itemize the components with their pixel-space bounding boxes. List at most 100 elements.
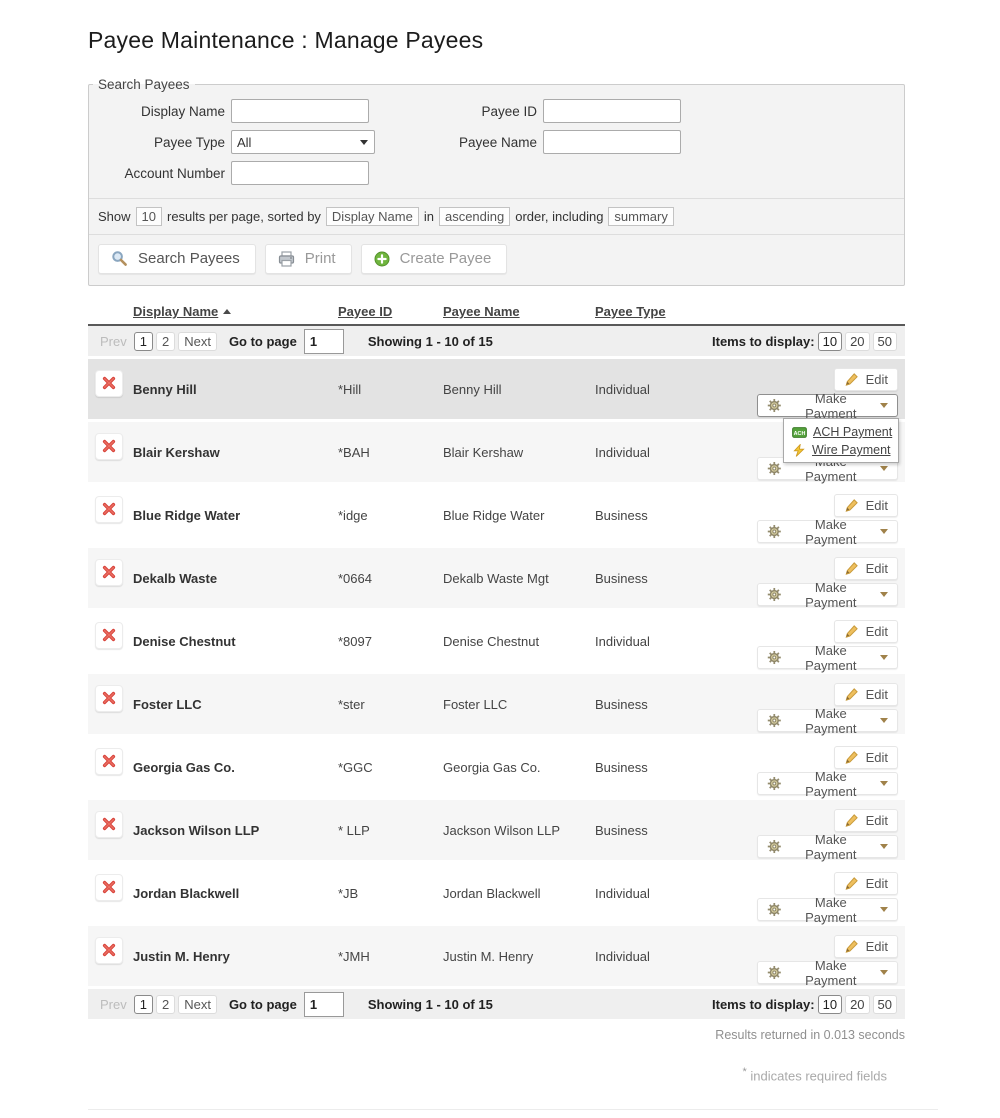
items-50-button[interactable]: 50 <box>873 995 897 1014</box>
edit-button[interactable]: Edit <box>834 368 898 391</box>
edit-button-label: Edit <box>866 498 888 513</box>
delete-payee-button[interactable] <box>95 874 123 901</box>
make-payment-button[interactable]: Make Payment <box>757 394 898 417</box>
pencil-icon <box>844 876 859 891</box>
prev-page-button[interactable]: Prev <box>96 333 131 350</box>
display-name-cell: Dekalb Waste <box>133 571 338 586</box>
gear-icon <box>767 461 782 476</box>
delete-payee-button[interactable] <box>95 685 123 712</box>
sort-field-token[interactable]: Display Name <box>326 207 419 226</box>
red-x-icon <box>101 564 117 580</box>
required-asterisk: * <box>743 1066 747 1078</box>
delete-payee-button[interactable] <box>95 433 123 460</box>
red-x-icon <box>101 753 117 769</box>
delete-payee-button[interactable] <box>95 811 123 838</box>
display-name-cell: Jordan Blackwell <box>133 886 338 901</box>
make-payment-button-label: Make Payment <box>789 643 873 673</box>
edit-button[interactable]: Edit <box>834 620 898 643</box>
edit-button-label: Edit <box>866 750 888 765</box>
delete-payee-button[interactable] <box>95 496 123 523</box>
ach-payment-label: ACH Payment <box>813 425 892 439</box>
triangle-down-icon <box>360 140 368 145</box>
results-time-text: Results returned in 0.013 seconds <box>88 1028 905 1042</box>
payee-type-select[interactable]: All <box>231 130 375 154</box>
go-to-page-input[interactable] <box>304 992 344 1017</box>
payee-name-field[interactable] <box>543 130 681 154</box>
payee-name-cell: Dekalb Waste Mgt <box>443 571 595 586</box>
make-payment-button-label: Make Payment <box>789 706 873 736</box>
payee-id-cell: *8097 <box>338 634 443 649</box>
column-header-payee-type[interactable]: Payee Type <box>595 304 745 319</box>
column-header-display-name[interactable]: Display Name <box>133 304 338 319</box>
delete-payee-button[interactable] <box>95 622 123 649</box>
display-name-cell: Georgia Gas Co. <box>133 760 338 775</box>
create-payee-button[interactable]: Create Payee <box>361 244 508 274</box>
page-2-button[interactable]: 2 <box>156 332 175 351</box>
items-20-button[interactable]: 20 <box>845 995 869 1014</box>
next-page-button[interactable]: Next <box>178 995 217 1014</box>
column-header-display-name-label: Display Name <box>133 304 218 319</box>
edit-button[interactable]: Edit <box>834 683 898 706</box>
required-note-text: indicates required fields <box>750 1068 887 1083</box>
search-payees-button[interactable]: Search Payees <box>98 244 256 274</box>
go-to-page-input[interactable] <box>304 329 344 354</box>
make-payment-button[interactable]: Make Payment <box>757 961 898 984</box>
make-payment-button[interactable]: Make Payment <box>757 898 898 921</box>
make-payment-button-label: Make Payment <box>789 832 873 862</box>
pencil-icon <box>844 939 859 954</box>
items-20-button[interactable]: 20 <box>845 332 869 351</box>
payee-type-cell: Business <box>595 823 745 838</box>
sort-order-token[interactable]: ascending <box>439 207 510 226</box>
items-10-button[interactable]: 10 <box>818 332 842 351</box>
edit-button[interactable]: Edit <box>834 872 898 895</box>
make-payment-button[interactable]: Make Payment <box>757 520 898 543</box>
page-2-button[interactable]: 2 <box>156 995 175 1014</box>
search-actions-bar: Search Payees Print Create Payee <box>89 234 904 285</box>
delete-payee-button[interactable] <box>95 559 123 586</box>
delete-payee-button[interactable] <box>95 937 123 964</box>
chevron-down-icon <box>880 907 888 912</box>
menu-item-wire-payment[interactable]: Wire Payment <box>784 441 898 459</box>
edit-button[interactable]: Edit <box>834 809 898 832</box>
edit-button[interactable]: Edit <box>834 494 898 517</box>
items-10-button[interactable]: 10 <box>818 995 842 1014</box>
make-payment-button[interactable]: Make Payment <box>757 835 898 858</box>
chevron-down-icon <box>880 844 888 849</box>
display-name-label: Display Name <box>93 104 225 119</box>
column-header-payee-name[interactable]: Payee Name <box>443 304 595 319</box>
display-name-field[interactable] <box>231 99 369 123</box>
edit-button-label: Edit <box>866 687 888 702</box>
prev-page-button[interactable]: Prev <box>96 996 131 1013</box>
page-1-button[interactable]: 1 <box>134 995 153 1014</box>
make-payment-button[interactable]: Make Payment <box>757 772 898 795</box>
delete-payee-button[interactable] <box>95 370 123 397</box>
results-per-page-text: results per page, sorted by <box>167 209 321 224</box>
payee-id-field[interactable] <box>543 99 681 123</box>
menu-item-ach-payment[interactable]: ACH ACH Payment <box>784 423 898 441</box>
items-50-button[interactable]: 50 <box>873 332 897 351</box>
chevron-down-icon <box>880 592 888 597</box>
print-button[interactable]: Print <box>265 244 352 274</box>
table-row: Jackson Wilson LLP * LLP Jackson Wilson … <box>88 800 905 860</box>
detail-level-token[interactable]: summary <box>608 207 673 226</box>
plus-circle-icon <box>374 251 390 267</box>
make-payment-button[interactable]: Make Payment <box>757 583 898 606</box>
payee-type-cell: Individual <box>595 634 745 649</box>
make-payment-button[interactable]: Make Payment <box>757 709 898 732</box>
make-payment-button[interactable]: Make Payment <box>757 646 898 669</box>
edit-button[interactable]: Edit <box>834 935 898 958</box>
svg-text:ACH: ACH <box>794 430 806 436</box>
column-header-payee-id[interactable]: Payee ID <box>338 304 443 319</box>
payee-type-cell: Individual <box>595 445 745 460</box>
next-page-button[interactable]: Next <box>178 332 217 351</box>
account-number-field[interactable] <box>231 161 369 185</box>
row-actions: Edit Make Payment <box>745 485 905 543</box>
row-actions: Edit Make Payment <box>745 800 905 858</box>
page-1-button[interactable]: 1 <box>134 332 153 351</box>
edit-button-label: Edit <box>866 372 888 387</box>
delete-payee-button[interactable] <box>95 748 123 775</box>
edit-button-label: Edit <box>866 813 888 828</box>
per-page-token[interactable]: 10 <box>136 207 162 226</box>
edit-button[interactable]: Edit <box>834 557 898 580</box>
edit-button[interactable]: Edit <box>834 746 898 769</box>
